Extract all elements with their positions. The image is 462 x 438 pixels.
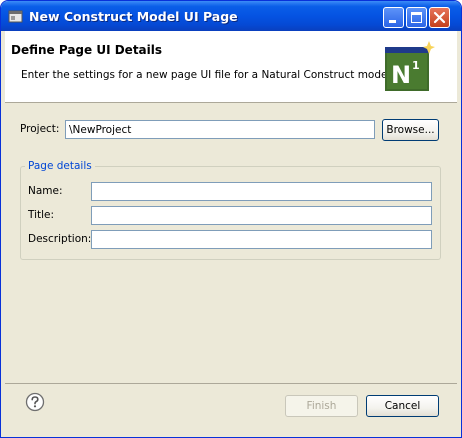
natural-construct-logo-icon: N 1 bbox=[385, 41, 435, 91]
logo-letter: N bbox=[391, 61, 411, 89]
title-bar[interactable]: New Construct Model UI Page bbox=[1, 1, 461, 31]
window-title: New Construct Model UI Page bbox=[29, 9, 238, 24]
page-title: Define Page UI Details bbox=[11, 43, 163, 57]
close-button[interactable] bbox=[429, 7, 450, 28]
cancel-button[interactable]: Cancel bbox=[366, 395, 439, 417]
help-icon[interactable] bbox=[25, 392, 45, 412]
name-input[interactable] bbox=[91, 182, 432, 201]
page-description: Enter the settings for a new page UI fil… bbox=[21, 69, 394, 81]
minimize-button[interactable] bbox=[383, 7, 404, 28]
description-label: Description: bbox=[28, 233, 92, 245]
project-label: Project: bbox=[20, 123, 60, 135]
description-input[interactable] bbox=[91, 230, 432, 249]
dialog-client-area: Define Page UI Details Enter the setting… bbox=[5, 31, 457, 433]
logo-superscript: 1 bbox=[412, 59, 420, 72]
name-label: Name: bbox=[28, 185, 63, 197]
finish-button[interactable]: Finish bbox=[285, 395, 358, 417]
maximize-button[interactable] bbox=[406, 7, 427, 28]
title-input[interactable] bbox=[91, 206, 432, 225]
wizard-header: Define Page UI Details Enter the setting… bbox=[5, 31, 457, 103]
title-label: Title: bbox=[28, 209, 55, 221]
page-details-group-title: Page details bbox=[25, 160, 95, 172]
dialog-window: New Construct Model UI Page Define Page … bbox=[0, 0, 462, 438]
minimize-icon bbox=[389, 20, 396, 23]
close-icon bbox=[433, 11, 446, 24]
browse-button[interactable]: Browse... bbox=[382, 119, 439, 141]
project-input[interactable] bbox=[65, 120, 375, 139]
maximize-icon bbox=[411, 12, 422, 23]
footer-separator bbox=[5, 383, 457, 384]
eclipse-app-icon bbox=[8, 9, 23, 24]
